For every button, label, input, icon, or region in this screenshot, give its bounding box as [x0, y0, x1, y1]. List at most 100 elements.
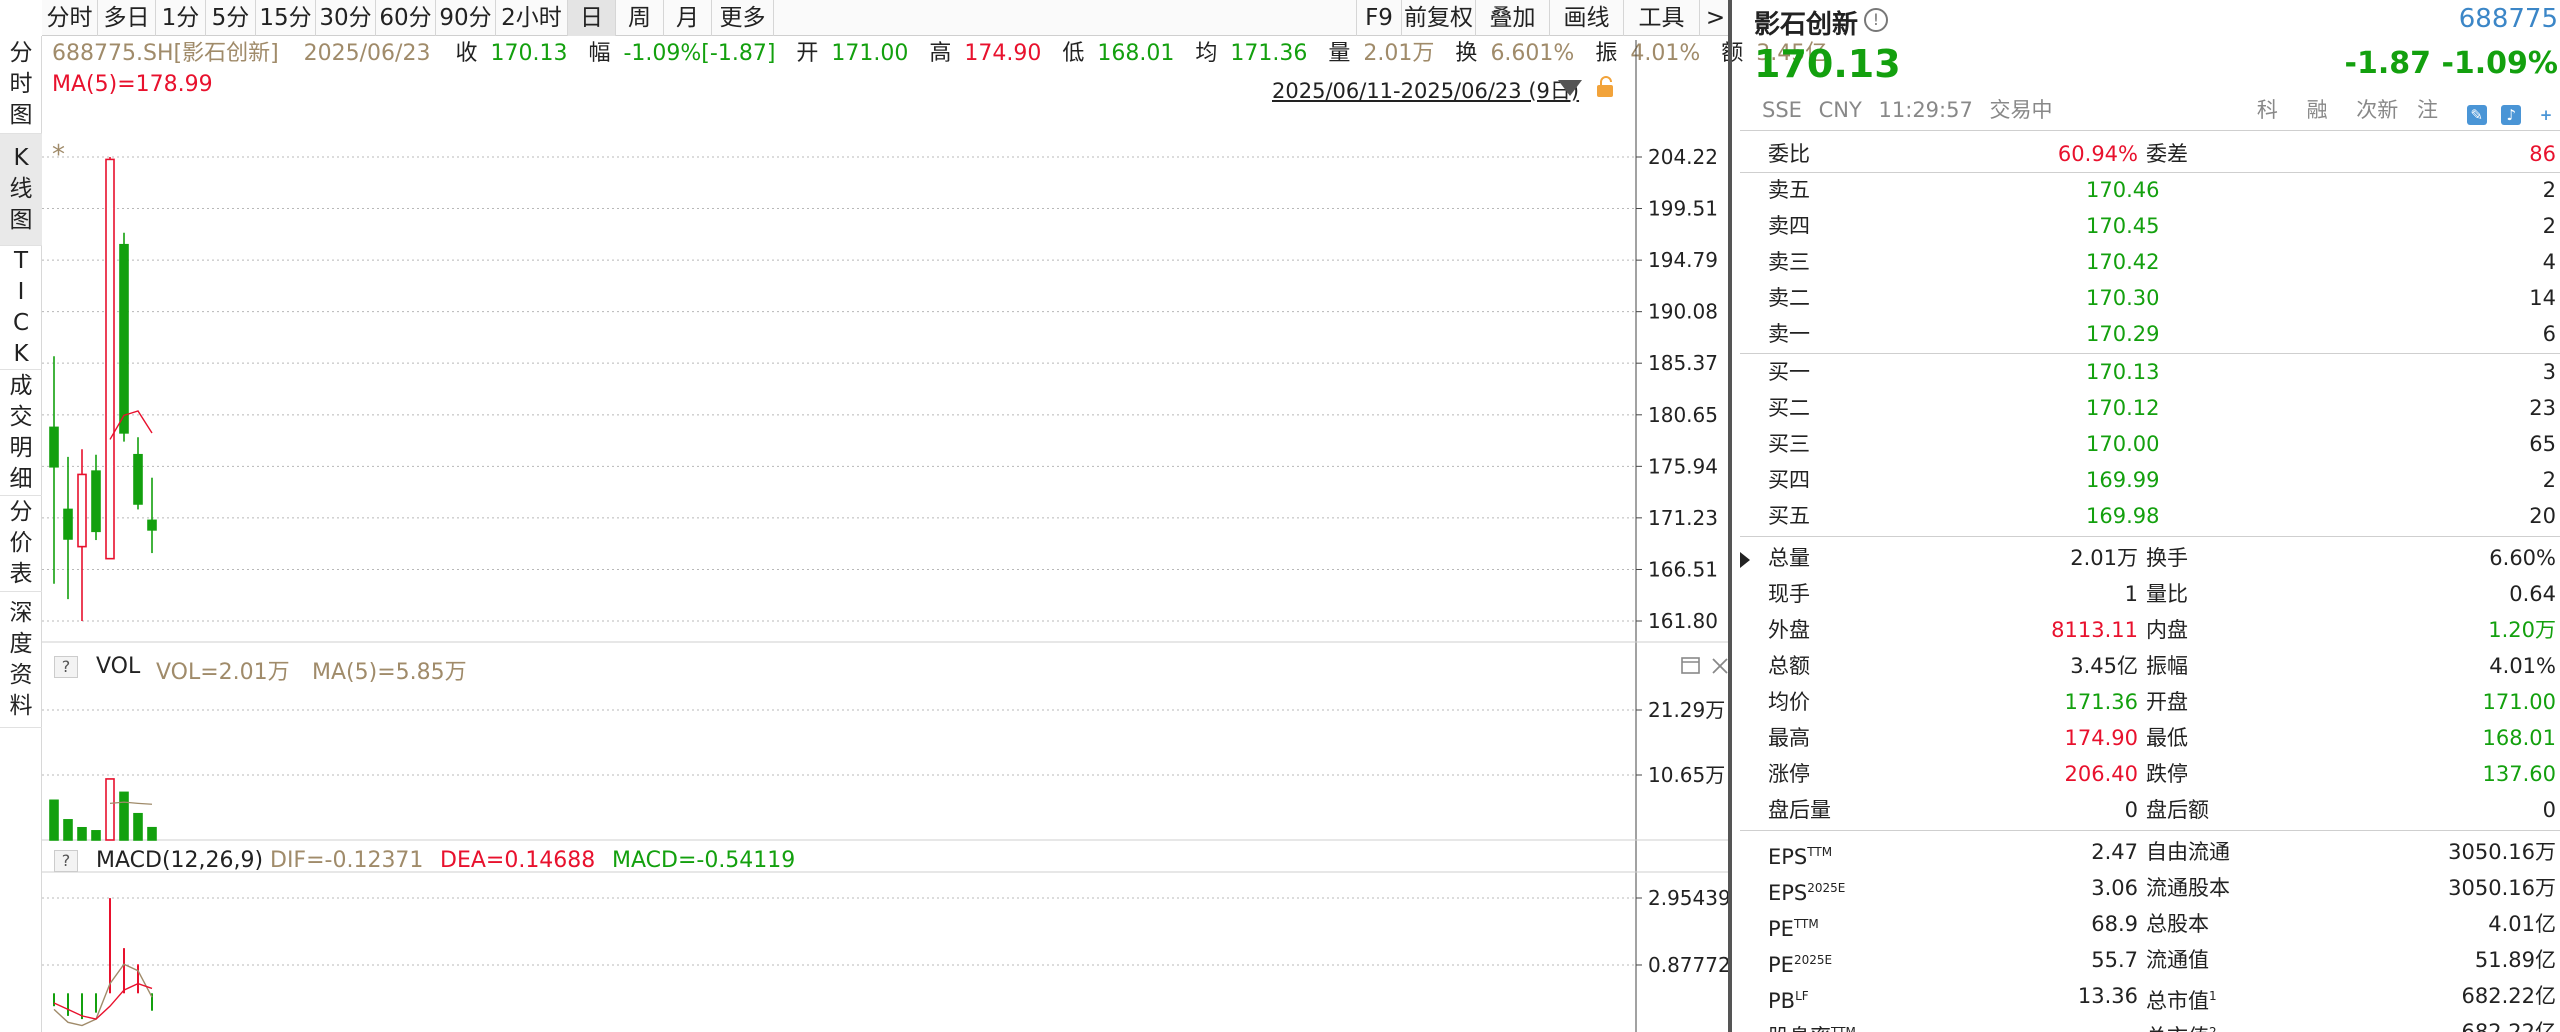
bid-row[interactable]: 买四 169.99 2 [1740, 462, 2560, 498]
row-volume: 2 [2542, 178, 2556, 202]
bid-row[interactable]: 买二 170.12 23 [1740, 390, 2560, 426]
tag-note[interactable]: 注 [2417, 98, 2438, 122]
stats-row: 涨停 206.40 跌停 137.60 [1740, 756, 2560, 792]
macd-dif-label: DIF=-0.12371 [270, 848, 424, 873]
volume-bar [133, 812, 143, 841]
stock-code[interactable]: 688775 [2459, 4, 2558, 34]
tag-star-market[interactable]: 科 [2257, 98, 2278, 122]
tag-margin[interactable]: 融 [2307, 98, 2328, 122]
row-volume: 2 [2542, 468, 2556, 492]
macd-indicator-name[interactable]: MACD(12,26,9) [96, 848, 263, 873]
volume-bar [147, 826, 157, 841]
volume-bar [77, 826, 87, 841]
candle-body [147, 519, 157, 531]
fundamental-row: PETTM 68.9 总股本 4.01亿 [1740, 906, 2560, 942]
stat-value: 171.36 [2064, 690, 2138, 714]
order-ratio-row[interactable]: 委比 60.94% 委差 86 [1740, 136, 2560, 172]
fund-label: 股息率TTM [1768, 1014, 1856, 1032]
vol-help-button[interactable]: ? [54, 656, 78, 678]
tag-new-listing[interactable]: 次新 [2356, 98, 2398, 122]
fund-value: 682.22亿 [2461, 984, 2556, 1008]
row-label: 委差 [2146, 142, 2188, 166]
ask-row[interactable]: 卖三 170.42 4 [1740, 244, 2560, 280]
row-volume: 65 [2529, 432, 2556, 456]
fund-label-text: 股息率 [1768, 1025, 1831, 1032]
row-value: 170.46 [2086, 178, 2160, 202]
kline-chart[interactable]: 204.22 199.51 194.79 190.08 185.37 180.65 175.… [0, 0, 1728, 1032]
row-label: 买三 [1768, 432, 1810, 456]
fund-value: 4.01亿 [2488, 912, 2556, 936]
info-icon[interactable]: ! [1864, 8, 1888, 32]
fund-label-sup: TTM [1793, 917, 1819, 931]
fund-label-text: PE [1768, 953, 1794, 977]
fund-label-text: 流通值 [2146, 948, 2209, 972]
ma5-line [109, 410, 153, 440]
divider [1740, 130, 2560, 131]
vol-indicator-name[interactable]: VOL [96, 654, 140, 679]
row-value: 170.29 [2086, 322, 2160, 346]
fund-label: 总市值1 [2146, 978, 2217, 1019]
fundamental-row: PBLF 13.36 总市值1 682.22亿 [1740, 978, 2560, 1014]
candle-body [63, 508, 73, 540]
price-axis-label: 194.79 [1648, 248, 1718, 272]
row-value: 60.94% [2057, 142, 2138, 166]
stat-label: 现手 [1768, 582, 1810, 606]
event-marker-icon: * [52, 140, 65, 170]
row-value: 170.00 [2086, 432, 2160, 456]
ask-row[interactable]: 卖四 170.45 2 [1740, 208, 2560, 244]
fund-value: 51.89亿 [2474, 948, 2556, 972]
price-axis-label: 190.08 [1648, 300, 1718, 324]
ask-row[interactable]: 卖二 170.30 14 [1740, 280, 2560, 316]
vol-ma-label: MA(5)=5.85万 [312, 660, 467, 685]
macd-axis-label: 0.87772 [1648, 953, 1728, 977]
price-axis-label: 161.80 [1648, 609, 1718, 633]
stat-value: 8113.11 [2051, 618, 2138, 642]
stat-value: 1.20万 [2488, 618, 2556, 642]
row-value: 170.42 [2086, 250, 2160, 274]
stat-label: 跌停 [2146, 762, 2188, 786]
stat-label: 盘后量 [1768, 798, 1831, 822]
macd-help-button[interactable]: ? [54, 850, 78, 872]
stat-value: 206.40 [2064, 762, 2138, 786]
close-icon[interactable] [1710, 656, 1730, 676]
fund-value: 55.7 [2091, 948, 2138, 972]
stat-value: 0 [2124, 798, 2138, 822]
quote-tags: 科 融 次新 注 ✎ ♪ + [2235, 94, 2556, 125]
fund-label-text: PB [1768, 989, 1796, 1013]
stat-value: 1 [2124, 582, 2138, 606]
stat-label: 最高 [1768, 726, 1810, 750]
stock-name: 影石创新 [1754, 10, 1859, 40]
row-label: 卖一 [1768, 322, 1810, 346]
fund-label: 流通股本 [2146, 870, 2230, 906]
row-label: 买一 [1768, 360, 1810, 384]
fundamental-row: EPSTTM 2.47 自由流通 3050.16万 [1740, 834, 2560, 870]
row-volume: 4 [2542, 250, 2556, 274]
add-icon[interactable]: + [2536, 105, 2556, 125]
fund-value: 3.06 [2091, 876, 2138, 900]
bid-row[interactable]: 买五 169.98 20 [1740, 498, 2560, 534]
stat-value: 171.00 [2482, 690, 2556, 714]
row-volume: 2 [2542, 214, 2556, 238]
price-axis-label: 171.23 [1648, 506, 1718, 530]
row-value: 170.45 [2086, 214, 2160, 238]
macd-axis-label: 2.95439 [1648, 886, 1728, 910]
candle-body [49, 426, 59, 468]
panel-splitter[interactable] [1728, 0, 1732, 1032]
bid-row[interactable]: 买一 170.13 3 [1740, 354, 2560, 390]
divider [1740, 830, 2560, 831]
maximize-icon[interactable] [1680, 656, 1702, 676]
row-volume: 3 [2542, 360, 2556, 384]
stat-label: 开盘 [2146, 690, 2188, 714]
row-label: 委比 [1768, 142, 1810, 166]
stats-row: 盘后量 0 盘后额 0 [1740, 792, 2560, 828]
fund-label: PE2025E [1768, 942, 1832, 983]
price-axis-label: 166.51 [1648, 557, 1718, 581]
fund-label: 总股本 [2146, 906, 2209, 942]
fund-label: PBLF [1768, 978, 1809, 1019]
bell-icon[interactable]: ♪ [2501, 105, 2522, 125]
ask-row[interactable]: 卖一 170.29 6 [1740, 316, 2560, 352]
ask-row[interactable]: 卖五 170.46 2 [1740, 172, 2560, 208]
candle-body [119, 243, 129, 434]
bid-row[interactable]: 买三 170.00 65 [1740, 426, 2560, 462]
edit-icon[interactable]: ✎ [2466, 105, 2487, 125]
